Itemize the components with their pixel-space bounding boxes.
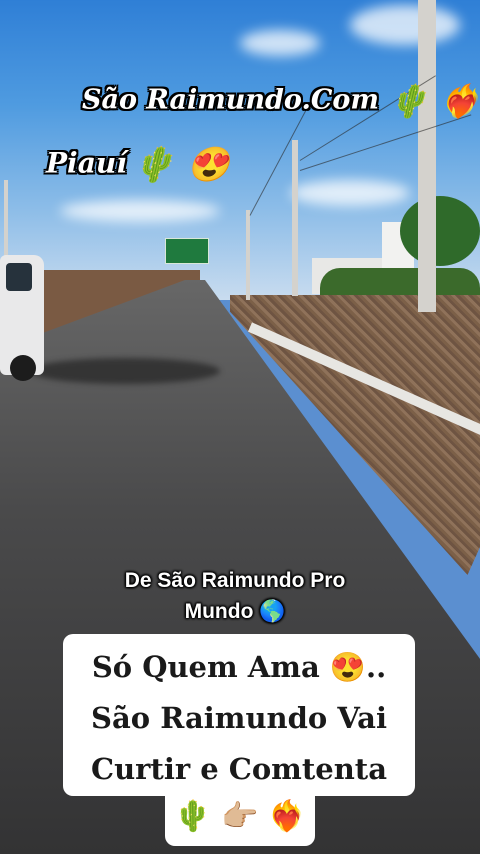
caption-text: Só Quem Ama 😍.. São Raimundo Vai Curtir …	[63, 642, 415, 795]
cactus-heart-emojis: 🌵 ❤️‍🔥	[388, 82, 480, 120]
vehicle-shadow	[30, 358, 220, 384]
truck-window	[6, 263, 32, 291]
caption-emojis: 🌵 👉🏼 ❤️‍🔥	[174, 799, 306, 834]
cloud	[60, 200, 220, 222]
cloud	[350, 5, 460, 45]
cloud	[240, 30, 320, 56]
caption-line: São Raimundo Vai	[91, 701, 387, 735]
title-text: São Raimundo.Com	[82, 84, 379, 116]
caption-line: Só Quem Ama 😍..	[91, 650, 387, 684]
utility-pole	[246, 210, 250, 300]
utility-pole	[292, 140, 298, 296]
overlay-title: São Raimundo.Com 🌵 ❤️‍🔥	[82, 82, 480, 120]
utility-pole	[4, 180, 8, 260]
white-pickup-truck	[0, 255, 44, 381]
tree	[400, 196, 480, 266]
caption-line: Curtir e Comtenta	[90, 752, 387, 786]
cactus-heart-eyes-emojis: 🌵 😍	[132, 145, 230, 185]
utility-pole	[418, 0, 436, 312]
overlay-subtitle: De São Raimundo Pro Mundo 🌎	[124, 569, 346, 623]
truck-wheel	[10, 355, 36, 381]
highway-sign	[165, 238, 209, 264]
region-text: Piauí	[46, 146, 127, 180]
cloud	[290, 180, 410, 206]
overlay-region: Piauí 🌵 😍	[46, 145, 229, 185]
